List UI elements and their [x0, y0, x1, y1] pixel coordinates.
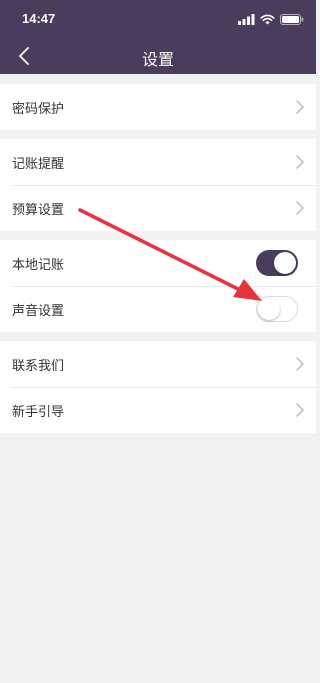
chevron-right-icon [296, 201, 304, 215]
settings-item-label: 联系我们 [12, 358, 65, 374]
settings-item-label: 密码保护 [12, 101, 65, 117]
signal-bars-icon [238, 13, 255, 25]
chevron-right-icon [296, 357, 304, 371]
settings-group-security: 密码保护 [0, 84, 316, 130]
toggle-knob [274, 252, 296, 274]
status-bar: 14:47 [0, 0, 316, 38]
settings-item-label: 预算设置 [12, 202, 65, 218]
settings-item-beginner-guide[interactable]: 新手引导 [0, 387, 316, 433]
settings-item-label: 本地记账 [12, 257, 65, 273]
settings-item-label: 新手引导 [12, 404, 65, 420]
status-time: 14:47 [22, 11, 56, 26]
local-bookkeeping-toggle[interactable] [256, 250, 298, 276]
settings-item-bookkeeping-reminder[interactable]: 记账提醒 [0, 139, 316, 185]
nav-bar: 设置 [0, 38, 316, 74]
chevron-right-icon [296, 155, 304, 169]
battery-icon [280, 13, 304, 25]
app-header: 14:47 设置 [0, 0, 316, 74]
sound-toggle[interactable] [256, 296, 298, 322]
settings-item-sound: 声音设置 [0, 286, 316, 332]
chevron-right-icon [296, 100, 304, 114]
settings-item-budget[interactable]: 预算设置 [0, 185, 316, 231]
settings-item-label: 记账提醒 [12, 156, 65, 172]
page-title: 设置 [141, 50, 174, 69]
settings-item-contact-us[interactable]: 联系我们 [0, 341, 316, 387]
status-icons [238, 12, 304, 26]
settings-group-help: 联系我们 新手引导 [0, 341, 316, 433]
wifi-icon [260, 14, 275, 24]
settings-group-toggles: 本地记账 声音设置 [0, 240, 316, 332]
chevron-right-icon [296, 403, 304, 417]
toggle-knob [258, 298, 280, 320]
settings-item-local-bookkeeping: 本地记账 [0, 240, 316, 286]
settings-item-password-protection[interactable]: 密码保护 [0, 84, 316, 130]
settings-group-bookkeeping: 记账提醒 预算设置 [0, 139, 316, 231]
settings-item-label: 声音设置 [12, 303, 65, 319]
